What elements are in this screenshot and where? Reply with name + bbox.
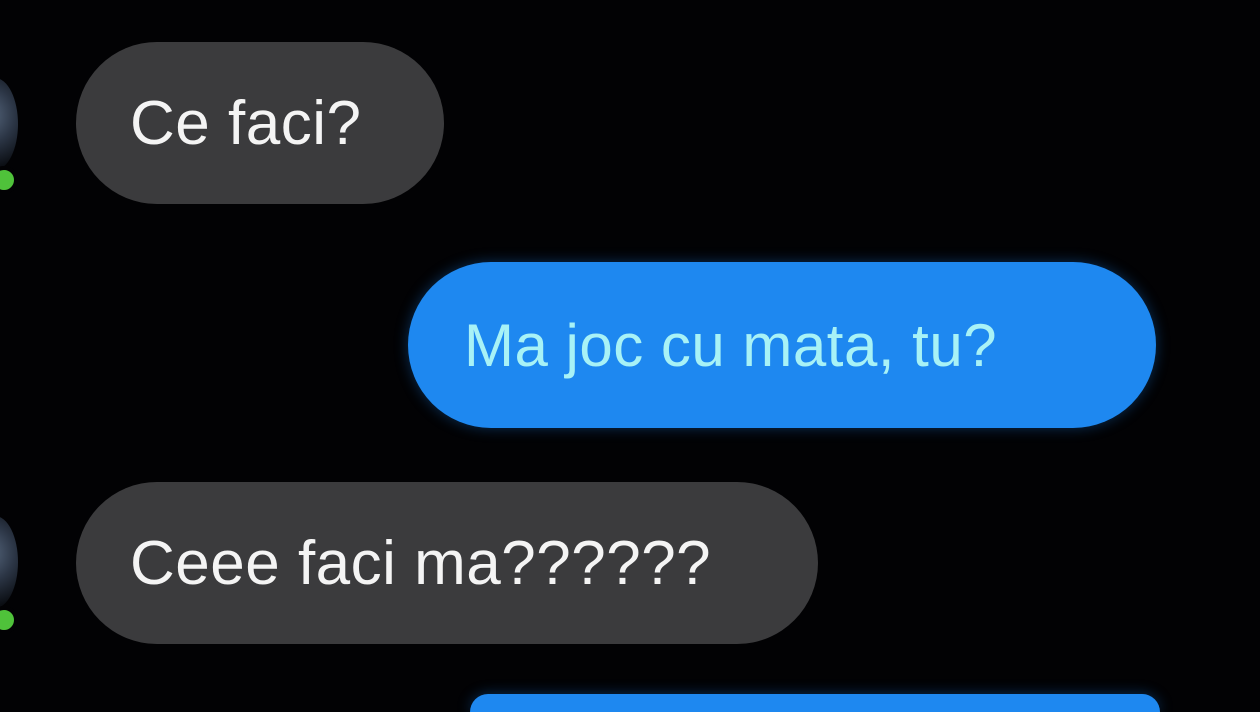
chat-thread: Ce faci? Ma joc cu mata, tu? Ceee faci m… xyxy=(0,0,1260,712)
message-bubble-incoming[interactable]: Ceee faci ma?????? xyxy=(76,482,818,644)
message-bubble-incoming[interactable]: Ce faci? xyxy=(76,42,444,204)
message-bubble-outgoing[interactable]: Ma joc cu mata, tu? xyxy=(408,262,1156,428)
online-status-icon xyxy=(0,606,18,634)
message-text: Ceee faci ma?????? xyxy=(130,528,712,598)
contact-avatar[interactable] xyxy=(0,78,18,170)
message-bubble-outgoing[interactable] xyxy=(470,694,1160,712)
message-text: Ce faci? xyxy=(130,88,362,158)
contact-avatar[interactable] xyxy=(0,516,18,608)
online-status-icon xyxy=(0,166,18,194)
message-text: Ma joc cu mata, tu? xyxy=(464,311,998,379)
